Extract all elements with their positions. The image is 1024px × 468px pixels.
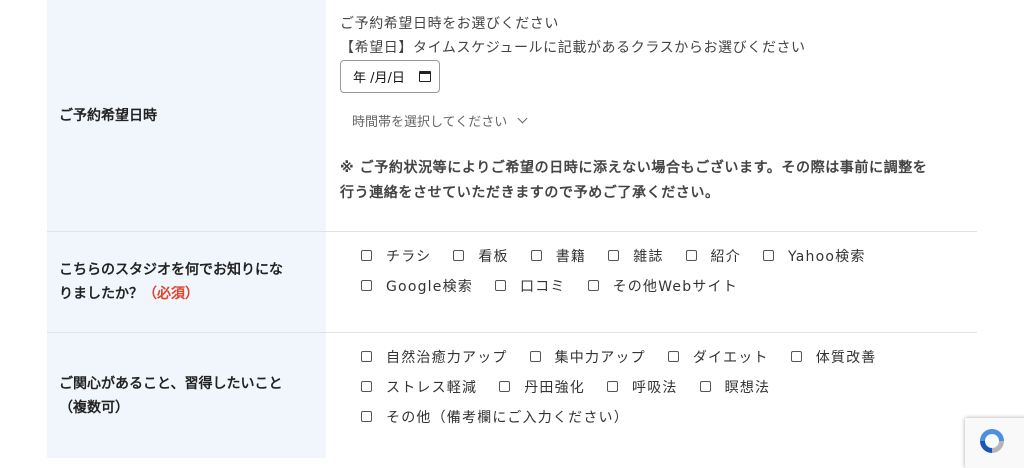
interest-option[interactable]: 呼吸法 bbox=[607, 377, 678, 396]
interest-option[interactable]: 丹田強化 bbox=[499, 377, 585, 396]
source-option[interactable]: チラシ bbox=[361, 246, 431, 265]
date-input[interactable]: 年 /月/日 bbox=[340, 60, 440, 93]
interest-option-label: 瞑想法 bbox=[724, 379, 771, 396]
source-option[interactable]: 紹介 bbox=[685, 246, 741, 265]
interest-option-label: 集中力アップ bbox=[554, 349, 646, 366]
source-field: チラシ 看板 書籍 雑誌 紹介 Yahoo検索 Google検索 口コミ その他Webサイト bbox=[326, 232, 977, 332]
interest-option[interactable]: 集中力アップ bbox=[529, 347, 646, 366]
date-input-value: 年 /月/日 bbox=[353, 71, 405, 86]
checkbox[interactable] bbox=[587, 280, 599, 291]
checkbox[interactable] bbox=[499, 381, 511, 392]
source-option[interactable]: 雑誌 bbox=[608, 246, 663, 265]
reservation-note-line-1: ※ ご予約状況等によりご希望の日時に添えない場合もございます。その際は事前に調整… bbox=[340, 160, 928, 176]
checkbox[interactable] bbox=[529, 351, 541, 362]
checkbox[interactable] bbox=[361, 250, 372, 261]
reservation-note: ※ ご予約状況等によりご希望の日時に添えない場合もございます。その際は事前に調整… bbox=[340, 156, 965, 206]
source-option-label: 書籍 bbox=[555, 248, 587, 265]
source-option[interactable]: 口コミ bbox=[494, 276, 566, 295]
source-option[interactable]: 看板 bbox=[453, 246, 508, 265]
interests-field: 自然治癒力アップ 集中力アップ ダイエット 体質改善ストレス軽減 丹田強化 呼吸法 瞑想法そ… bbox=[326, 333, 977, 458]
interest-option-label: 呼吸法 bbox=[632, 379, 678, 396]
checkbox[interactable] bbox=[494, 280, 506, 291]
interest-option[interactable]: 体質改善 bbox=[790, 347, 877, 366]
source-option[interactable]: Google検索 bbox=[361, 276, 473, 295]
checkbox[interactable] bbox=[361, 280, 372, 291]
interest-option-label: 体質改善 bbox=[815, 349, 877, 366]
reservation-label-text: ご予約希望日時 bbox=[59, 107, 157, 124]
source-label-line-2-text: りましたか？ bbox=[59, 286, 143, 302]
source-option[interactable]: 書籍 bbox=[530, 246, 587, 265]
checkbox[interactable] bbox=[790, 351, 802, 362]
reservation-form: ご予約希望日時 ご予約希望日時をお選びください 【希望日】タイムスケジュールに記… bbox=[47, 0, 977, 458]
interests-row: ご関心があること、習得したいこと （複数可） 自然治癒力アップ 集中力アップ ダイエ… bbox=[47, 333, 977, 458]
time-slot-select-value: 時間帯を選択してください bbox=[352, 115, 508, 130]
recaptcha-badge[interactable] bbox=[965, 418, 1024, 468]
source-option[interactable]: Yahoo検索 bbox=[762, 246, 866, 265]
checkbox[interactable] bbox=[699, 381, 711, 392]
interest-option-label: 丹田強化 bbox=[524, 379, 586, 396]
source-option-label: 口コミ bbox=[519, 278, 566, 295]
checkbox[interactable] bbox=[453, 250, 465, 261]
reservation-datetime-row: ご予約希望日時 ご予約希望日時をお選びください 【希望日】タイムスケジュールに記… bbox=[47, 0, 977, 232]
checkbox[interactable] bbox=[667, 351, 679, 362]
source-option-label: その他Webサイト bbox=[612, 278, 738, 295]
reservation-note-line-2: 行う連絡をさせていただきますので予めご了承ください。 bbox=[340, 185, 720, 201]
interests-label: ご関心があること、習得したいこと （複数可） bbox=[47, 333, 326, 458]
checkbox[interactable] bbox=[762, 250, 774, 261]
source-option-label: 紹介 bbox=[710, 248, 741, 265]
interest-option[interactable]: 自然治癒力アップ bbox=[361, 347, 508, 366]
interests-label-line-2: （複数可） bbox=[59, 399, 129, 416]
source-option[interactable]: その他Webサイト bbox=[587, 276, 738, 295]
source-option-label: Yahoo検索 bbox=[787, 248, 866, 265]
source-label-line-2: りましたか？（必須） bbox=[59, 282, 283, 306]
source-option-label: 雑誌 bbox=[633, 248, 664, 265]
source-label-block: こちらのスタジオを何でお知りにな りましたか？（必須） bbox=[59, 258, 283, 306]
time-slot-select[interactable]: 時間帯を選択してください bbox=[352, 111, 528, 130]
source-option-label: 看板 bbox=[478, 248, 509, 265]
recaptcha-logo-icon bbox=[980, 429, 1004, 453]
interest-option-label: ダイエット bbox=[692, 349, 769, 366]
interests-label-block: ご関心があること、習得したいこと （複数可） bbox=[59, 372, 282, 420]
source-option-label: チラシ bbox=[386, 248, 432, 265]
interest-option-label: ストレス軽減 bbox=[386, 379, 478, 396]
chevron-down-icon bbox=[517, 113, 528, 124]
source-options: チラシ 看板 書籍 雑誌 紹介 Yahoo検索 Google検索 口コミ その他Webサイト bbox=[361, 246, 921, 295]
checkbox[interactable] bbox=[607, 381, 619, 392]
reservation-datetime-field: ご予約希望日時をお選びください 【希望日】タイムスケジュールに記載があるクラスか… bbox=[326, 0, 977, 231]
checkbox[interactable] bbox=[530, 250, 542, 261]
source-row: こちらのスタジオを何でお知りにな りましたか？（必須） チラシ 看板 書籍 雑誌 紹介 Y… bbox=[47, 232, 977, 333]
required-badge: （必須） bbox=[143, 286, 199, 302]
reservation-datetime-label: ご予約希望日時 bbox=[47, 0, 326, 231]
interest-option-label: 自然治癒力アップ bbox=[386, 349, 508, 366]
reservation-hint-1: ご予約希望日時をお選びください bbox=[340, 16, 559, 32]
interest-option[interactable]: その他（備考欄にご入力ください） bbox=[361, 407, 629, 426]
checkbox[interactable] bbox=[361, 411, 372, 422]
checkbox[interactable] bbox=[608, 250, 620, 261]
reservation-hint-2: 【希望日】タイムスケジュールに記載があるクラスからお選びください bbox=[340, 40, 806, 56]
interest-option-label: その他（備考欄にご入力ください） bbox=[386, 409, 629, 426]
checkbox[interactable] bbox=[361, 381, 372, 392]
source-option-label: Google検索 bbox=[386, 278, 473, 295]
checkbox[interactable] bbox=[685, 250, 697, 261]
source-label-line-1: こちらのスタジオを何でお知りにな bbox=[59, 262, 283, 278]
interest-option[interactable]: 瞑想法 bbox=[699, 377, 771, 396]
interests-label-line-1: ご関心があること、習得したいこと bbox=[59, 375, 283, 392]
interest-option[interactable]: ダイエット bbox=[667, 347, 769, 366]
source-label: こちらのスタジオを何でお知りにな りましたか？（必須） bbox=[47, 232, 326, 332]
checkbox[interactable] bbox=[361, 351, 372, 362]
calendar-icon[interactable] bbox=[419, 71, 431, 82]
interest-option[interactable]: ストレス軽減 bbox=[361, 377, 477, 396]
interest-options: 自然治癒力アップ 集中力アップ ダイエット 体質改善ストレス軽減 丹田強化 呼吸法 瞑想法そ… bbox=[361, 347, 921, 426]
